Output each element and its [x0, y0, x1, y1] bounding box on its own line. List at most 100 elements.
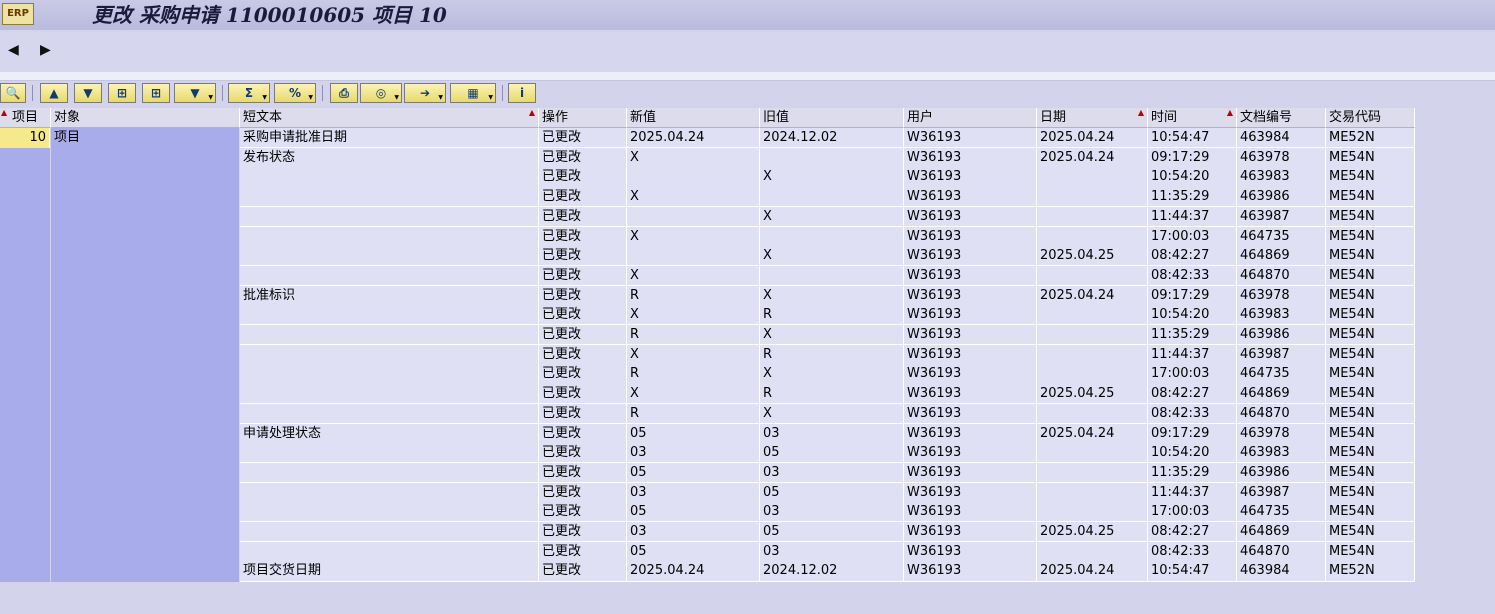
- cell-tcode[interactable]: ME54N: [1326, 522, 1415, 543]
- cell-user[interactable]: W36193: [904, 384, 1037, 405]
- cell-user[interactable]: W36193: [904, 462, 1037, 484]
- cell-old[interactable]: X: [760, 403, 904, 424]
- cell-short[interactable]: [240, 167, 539, 188]
- cell-tcode[interactable]: ME54N: [1326, 305, 1415, 326]
- cell-date[interactable]: [1037, 187, 1148, 208]
- cell-new[interactable]: 2025.04.24: [627, 128, 760, 149]
- cell-new[interactable]: R: [627, 325, 760, 346]
- cell-user[interactable]: W36193: [904, 541, 1037, 562]
- cell-new[interactable]: X: [627, 147, 760, 168]
- cell-short[interactable]: [240, 364, 539, 385]
- cell-op[interactable]: 已更改: [539, 502, 627, 523]
- cell-date[interactable]: 2025.04.25: [1037, 246, 1148, 267]
- cell-new[interactable]: R: [627, 403, 760, 424]
- cell-date[interactable]: 2025.04.24: [1037, 561, 1148, 582]
- cell-date[interactable]: [1037, 305, 1148, 326]
- cell-old[interactable]: X: [760, 206, 904, 227]
- header-time[interactable]: 时间 ▲: [1148, 108, 1237, 128]
- print-preview-icon[interactable]: ◎ ▼: [360, 83, 402, 103]
- cell-new[interactable]: X: [627, 265, 760, 287]
- cell-old[interactable]: 2024.12.02: [760, 561, 904, 582]
- cell-time[interactable]: 08:42:27: [1148, 246, 1237, 267]
- cell-time[interactable]: 10:54:20: [1148, 443, 1237, 464]
- cell-time[interactable]: 08:42:33: [1148, 541, 1237, 562]
- cell-tcode[interactable]: ME54N: [1326, 325, 1415, 346]
- cell-tcode[interactable]: ME54N: [1326, 482, 1415, 503]
- cell-short[interactable]: [240, 522, 539, 543]
- cell-doc[interactable]: 464735: [1237, 364, 1326, 385]
- cell-date[interactable]: [1037, 364, 1148, 385]
- cell-op[interactable]: 已更改: [539, 128, 627, 149]
- cell-old[interactable]: 05: [760, 482, 904, 503]
- cell-tcode[interactable]: ME54N: [1326, 206, 1415, 227]
- header-date[interactable]: 日期 ▲: [1037, 108, 1148, 128]
- cell-old[interactable]: X: [760, 364, 904, 385]
- cell-short[interactable]: [240, 305, 539, 326]
- cell-tcode[interactable]: ME54N: [1326, 462, 1415, 484]
- cell-op[interactable]: 已更改: [539, 226, 627, 247]
- cell-op[interactable]: 已更改: [539, 561, 627, 582]
- cell-tcode[interactable]: ME54N: [1326, 226, 1415, 247]
- cell-date[interactable]: [1037, 462, 1148, 484]
- cell-short[interactable]: [240, 325, 539, 346]
- cell-new[interactable]: 03: [627, 482, 760, 503]
- cell-date[interactable]: 2025.04.24: [1037, 285, 1148, 306]
- cell-op[interactable]: 已更改: [539, 384, 627, 405]
- find-next-icon[interactable]: ⊞: [142, 83, 170, 103]
- header-transaction-code[interactable]: 交易代码: [1326, 108, 1415, 128]
- export-icon[interactable]: ➔ ▼: [404, 83, 446, 103]
- cell-doc[interactable]: 463984: [1237, 561, 1326, 582]
- filter-icon[interactable]: ▼ ▼: [174, 83, 216, 103]
- cell-tcode[interactable]: ME54N: [1326, 344, 1415, 365]
- header-doc-number[interactable]: 文档编号: [1237, 108, 1326, 128]
- cell-time[interactable]: 10:54:47: [1148, 128, 1237, 149]
- cell-date[interactable]: 2025.04.24: [1037, 147, 1148, 168]
- cell-new[interactable]: X: [627, 226, 760, 247]
- cell-doc[interactable]: 464869: [1237, 384, 1326, 405]
- cell-date[interactable]: [1037, 265, 1148, 287]
- sort-ascending-icon[interactable]: ▲: [40, 83, 68, 103]
- print-icon[interactable]: ⎙: [330, 83, 358, 103]
- cell-op[interactable]: 已更改: [539, 187, 627, 208]
- cell-new[interactable]: 05: [627, 423, 760, 444]
- sum-icon[interactable]: Σ ▼: [228, 83, 270, 103]
- cell-new[interactable]: [627, 206, 760, 227]
- details-icon[interactable]: 🔍: [0, 83, 26, 103]
- header-item[interactable]: 项目 ▲: [0, 108, 51, 128]
- cell-op[interactable]: 已更改: [539, 443, 627, 464]
- cell-old[interactable]: 05: [760, 443, 904, 464]
- cell-short[interactable]: 发布状态: [240, 147, 539, 168]
- cell-old[interactable]: 03: [760, 423, 904, 444]
- cell-doc[interactable]: 463978: [1237, 147, 1326, 168]
- header-old-value[interactable]: 旧值: [760, 108, 904, 128]
- cell-op[interactable]: 已更改: [539, 206, 627, 227]
- cell-op[interactable]: 已更改: [539, 265, 627, 287]
- cell-old[interactable]: R: [760, 305, 904, 326]
- cell-op[interactable]: 已更改: [539, 285, 627, 306]
- cell-user[interactable]: W36193: [904, 423, 1037, 444]
- cell-doc[interactable]: 464735: [1237, 226, 1326, 247]
- sort-descending-icon[interactable]: ▼: [74, 83, 102, 103]
- cell-new[interactable]: 2025.04.24: [627, 561, 760, 582]
- cell-new[interactable]: 05: [627, 502, 760, 523]
- cell-time[interactable]: 09:17:29: [1148, 285, 1237, 306]
- cell-short[interactable]: 批准标识: [240, 285, 539, 306]
- cell-doc[interactable]: 464870: [1237, 265, 1326, 287]
- cell-short[interactable]: [240, 443, 539, 464]
- cell-op[interactable]: 已更改: [539, 305, 627, 326]
- header-new-value[interactable]: 新值: [627, 108, 760, 128]
- cell-time[interactable]: 11:35:29: [1148, 325, 1237, 346]
- cell-short[interactable]: [240, 246, 539, 267]
- cell-time[interactable]: 17:00:03: [1148, 502, 1237, 523]
- cell-short[interactable]: 项目交货日期: [240, 561, 539, 582]
- cell-user[interactable]: W36193: [904, 482, 1037, 503]
- cell-date[interactable]: 2025.04.24: [1037, 128, 1148, 149]
- cell-old[interactable]: X: [760, 285, 904, 306]
- cell-short[interactable]: [240, 344, 539, 365]
- cell-old[interactable]: 05: [760, 522, 904, 543]
- cell-short[interactable]: [240, 462, 539, 484]
- cell-op[interactable]: 已更改: [539, 325, 627, 346]
- cell-short[interactable]: [240, 541, 539, 562]
- cell-op[interactable]: 已更改: [539, 344, 627, 365]
- cell-op[interactable]: 已更改: [539, 167, 627, 188]
